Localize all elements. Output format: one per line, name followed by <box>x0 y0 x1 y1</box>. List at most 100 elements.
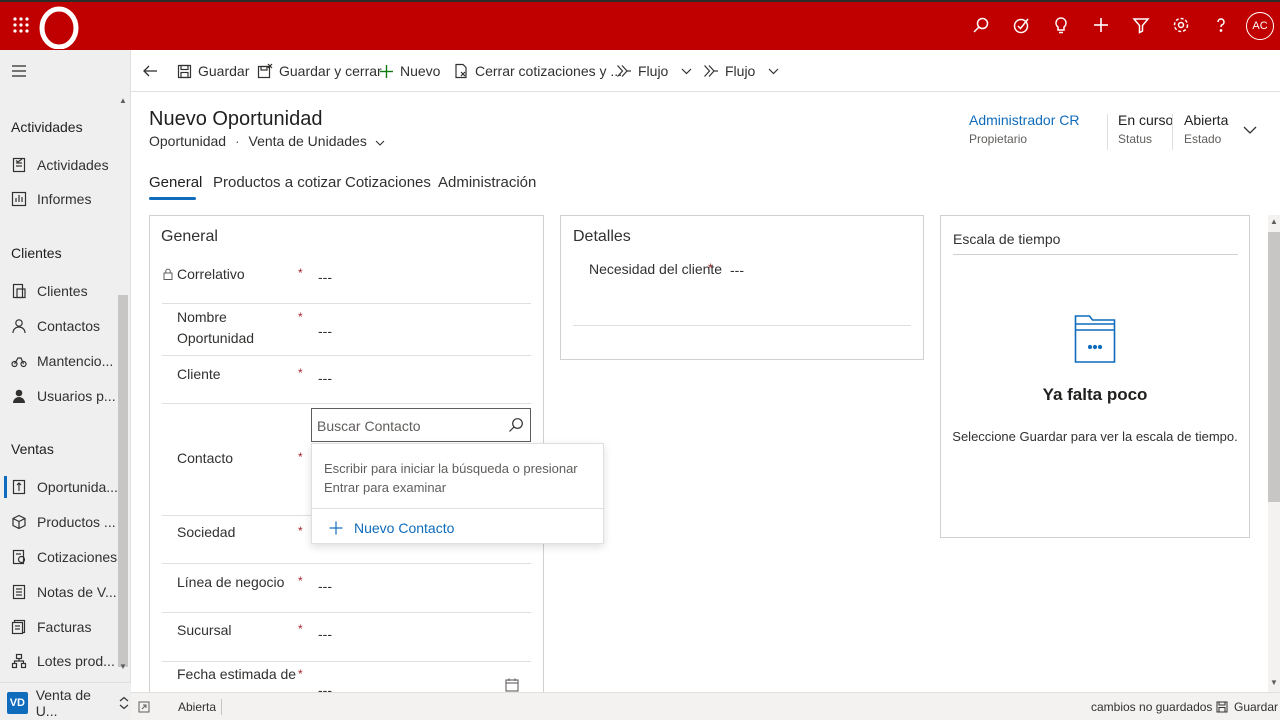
area-badge: VD <box>7 691 28 714</box>
help-icon[interactable] <box>1207 11 1235 39</box>
sidebar-item-informes[interactable]: Informes <box>0 182 118 216</box>
owner-field[interactable]: Administrador CR Propietario <box>969 112 1079 146</box>
lookup-flyout: Escribir para iniciar la búsqueda o pres… <box>311 443 604 544</box>
accounts-icon <box>8 280 30 302</box>
sidebar-item-lotes[interactable]: Lotes prod... <box>0 644 118 678</box>
field-row-fecha: Fecha estimada de * --- <box>150 662 543 692</box>
chevron-updown-icon <box>118 696 131 710</box>
gear-icon[interactable] <box>1167 11 1195 39</box>
opportunity-icon <box>8 476 30 498</box>
field-value-cliente[interactable]: --- <box>318 370 332 386</box>
tab-administracion[interactable]: Administración <box>438 174 536 191</box>
field-value-fecha-estimada[interactable]: --- <box>318 682 332 692</box>
hamburger-icon[interactable] <box>8 60 30 82</box>
form-name: Venta de Unidades <box>248 133 367 149</box>
sidebar-item-oportunidades[interactable]: Oportunida... <box>0 470 118 504</box>
main-scrollbar-thumb[interactable] <box>1268 232 1280 502</box>
tab-cotizaciones[interactable]: Cotizaciones <box>345 174 431 191</box>
tab-general[interactable]: General <box>149 174 202 191</box>
tab-productos-a-cotizar[interactable]: Productos a cotizar <box>213 174 341 191</box>
calendar-icon[interactable] <box>504 677 520 692</box>
scroll-up-icon[interactable]: ▲ <box>1270 217 1278 226</box>
products-icon <box>8 511 30 533</box>
sidebar-item-contactos[interactable]: Contactos <box>0 309 118 343</box>
sidebar-item-clientes[interactable]: Clientes <box>0 274 118 308</box>
close-quotes-button[interactable]: Cerrar cotizaciones y ... <box>452 50 622 92</box>
sidebar-item-mantencion[interactable]: Mantencio... <box>0 344 118 378</box>
task-icon[interactable] <box>1007 11 1035 39</box>
sidebar-item-productos[interactable]: Productos ... <box>0 505 118 539</box>
field-label-correlativo: Correlativo <box>177 266 245 282</box>
sidebar-item-facturas[interactable]: Facturas <box>0 610 118 644</box>
field-value-sucursal[interactable]: --- <box>318 626 332 642</box>
sidebar-item-label: Productos ... <box>37 514 116 530</box>
area-label: Venta de U... <box>35 686 91 719</box>
avatar[interactable]: AC <box>1246 12 1274 40</box>
scroll-down-icon[interactable]: ▼ <box>1270 678 1278 687</box>
search-icon[interactable] <box>507 416 525 434</box>
plus-icon <box>377 62 395 80</box>
owner-value[interactable]: Administrador CR <box>969 112 1079 128</box>
sidebar-item-label: Facturas <box>37 619 92 635</box>
search-icon[interactable] <box>967 11 995 39</box>
chevron-down-icon <box>375 140 385 146</box>
flow-button-2[interactable]: Flujo <box>702 50 784 92</box>
save-close-button[interactable]: Guardar y cerrar <box>256 50 382 92</box>
save-button[interactable]: Guardar <box>175 50 249 92</box>
nav-scroll-down-icon[interactable]: ▼ <box>119 662 127 671</box>
form-selector[interactable]: Venta de Unidades <box>249 133 385 149</box>
field-value-linea-negocio[interactable]: --- <box>318 578 332 594</box>
popout-icon[interactable] <box>137 700 151 714</box>
reports-icon <box>8 188 30 210</box>
field-label-linea-negocio: Línea de negocio <box>177 574 285 590</box>
timeline-section <box>940 215 1250 538</box>
field-label-nombre-oportunidad: Nombre Oportunidad <box>177 309 255 346</box>
field-label-sucursal: Sucursal <box>177 622 232 638</box>
sales-notes-icon <box>8 581 30 603</box>
sidebar-item-label: Clientes <box>37 283 88 299</box>
nav-scroll-up-icon[interactable]: ▲ <box>119 96 127 105</box>
contacto-lookup[interactable] <box>311 408 531 442</box>
status-save-button[interactable]: Guardar <box>1215 700 1278 714</box>
command-bar: Guardar Guardar y cerrar Nuevo Cerrar co… <box>131 50 1280 92</box>
status-save-label: Guardar <box>1234 700 1279 714</box>
lightbulb-icon[interactable] <box>1047 11 1075 39</box>
sidebar-item-label: Usuarios p... <box>37 388 116 404</box>
sidebar-item-notas-venta[interactable]: Notas de V... <box>0 575 118 609</box>
field-value-correlativo: --- <box>318 269 332 285</box>
field-value-nombre-oportunidad[interactable]: --- <box>318 323 332 339</box>
flow-label: Flujo <box>725 63 756 79</box>
sidebar-item-actividades[interactable]: Actividades <box>0 148 118 182</box>
state-value: Abierta <box>1184 112 1229 128</box>
search-input[interactable] <box>317 416 497 436</box>
sidebar-item-label: Cotizaciones <box>37 549 118 565</box>
user-icon <box>8 385 30 407</box>
app-launcher-icon[interactable] <box>8 12 34 38</box>
sidebar-item-usuarios[interactable]: Usuarios p... <box>0 379 118 413</box>
new-contact-button[interactable]: Nuevo Contacto <box>328 517 454 539</box>
nav-group-clientes: Clientes <box>11 245 62 261</box>
new-contact-label: Nuevo Contacto <box>354 520 455 536</box>
sidebar-item-cotizaciones[interactable]: Cotizaciones <box>0 540 118 574</box>
back-button[interactable] <box>141 50 164 92</box>
filter-icon[interactable] <box>1127 11 1155 39</box>
plus-icon[interactable] <box>1087 11 1115 39</box>
new-button[interactable]: Nuevo <box>377 50 440 92</box>
separator-dot: · <box>234 133 240 149</box>
nav-scrollbar[interactable] <box>118 295 128 667</box>
required-indicator: * <box>298 574 303 588</box>
status-label: Status <box>1118 132 1153 146</box>
section-title-general: General <box>161 228 218 245</box>
top-bar: AC <box>0 0 1280 50</box>
expand-header-chevron-icon[interactable] <box>1242 124 1258 136</box>
sidebar-item-label: Lotes prod... <box>37 653 115 669</box>
required-indicator: * <box>298 667 303 681</box>
flow-button-1[interactable]: Flujo <box>615 50 697 92</box>
state-field: Abierta Estado <box>1184 112 1228 146</box>
area-switcher[interactable]: VD Venta de U... <box>0 682 131 720</box>
lock-icon <box>163 268 173 280</box>
field-value-necesidad[interactable]: --- <box>730 262 744 278</box>
sidebar-item-label: Oportunida... <box>37 479 118 495</box>
batches-icon <box>8 650 30 672</box>
field-divider <box>162 612 531 613</box>
